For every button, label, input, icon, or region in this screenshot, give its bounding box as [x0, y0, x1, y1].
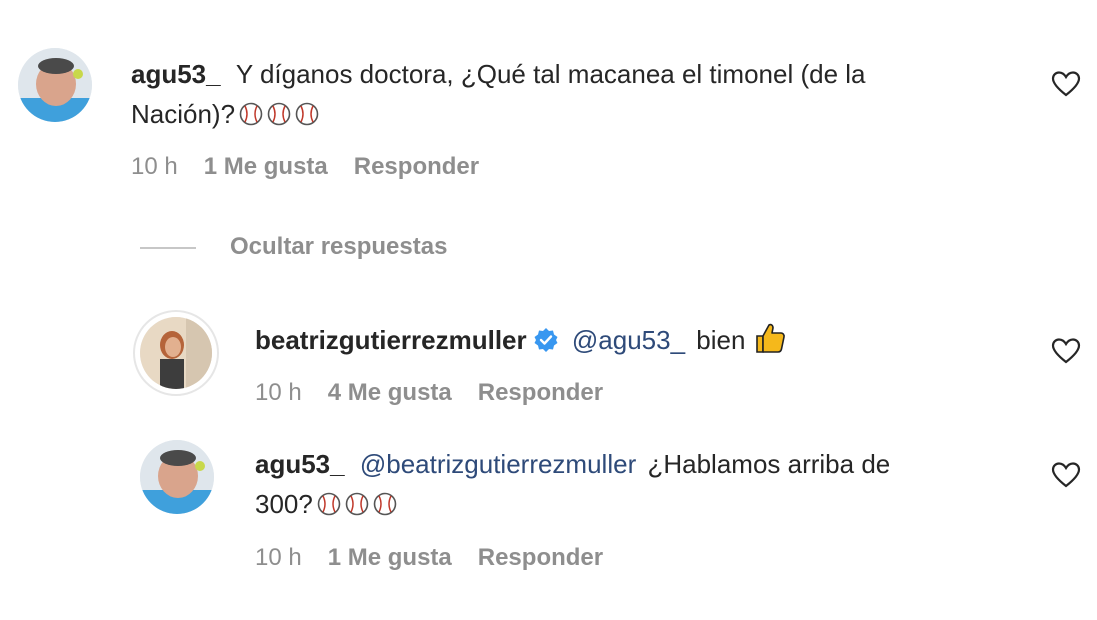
- heart-icon[interactable]: [1051, 461, 1081, 489]
- reply-username[interactable]: agu53_: [255, 449, 345, 479]
- likes-count[interactable]: 1 Me gusta: [328, 544, 452, 571]
- baseball-icon: [239, 102, 263, 126]
- heart-icon[interactable]: [1051, 337, 1081, 365]
- likes-count[interactable]: 1 Me gusta: [204, 153, 328, 180]
- comment-text: Y díganos doctora, ¿Qué tal macanea el t…: [235, 59, 866, 89]
- comment-username[interactable]: agu53_: [131, 59, 221, 89]
- baseball-icon: [317, 492, 341, 516]
- verified-badge-icon: [534, 328, 558, 352]
- comment-timestamp[interactable]: 10 h: [131, 153, 178, 180]
- reply-timestamp[interactable]: 10 h: [255, 379, 302, 406]
- baseball-icon: [345, 492, 369, 516]
- baseball-icon: [267, 102, 291, 126]
- reply-button[interactable]: Responder: [478, 379, 603, 406]
- avatar[interactable]: [140, 317, 212, 389]
- baseball-icon: [295, 102, 319, 126]
- reply-button[interactable]: Responder: [354, 153, 479, 180]
- reply-button[interactable]: Responder: [478, 544, 603, 571]
- heart-icon[interactable]: [1051, 70, 1081, 98]
- avatar[interactable]: [18, 48, 92, 122]
- reply-timestamp[interactable]: 10 h: [255, 544, 302, 571]
- reply-text: bien: [696, 325, 746, 355]
- comment-text-continued: Nación)?: [131, 99, 236, 129]
- reply-text-continued: 300?: [255, 489, 313, 519]
- avatar[interactable]: [140, 440, 214, 514]
- mention-link[interactable]: @beatrizgutierrezmuller: [360, 449, 636, 479]
- hide-replies-label[interactable]: Ocultar respuestas: [230, 230, 447, 264]
- likes-count[interactable]: 4 Me gusta: [328, 379, 452, 406]
- mention-link[interactable]: @agu53_: [572, 325, 685, 355]
- baseball-icon: [373, 492, 397, 516]
- thumbs-up-icon: [756, 323, 786, 353]
- reply-text: ¿Hablamos arriba de: [647, 449, 891, 479]
- reply-username[interactable]: beatrizgutierrezmuller: [255, 325, 527, 355]
- divider: [140, 247, 196, 249]
